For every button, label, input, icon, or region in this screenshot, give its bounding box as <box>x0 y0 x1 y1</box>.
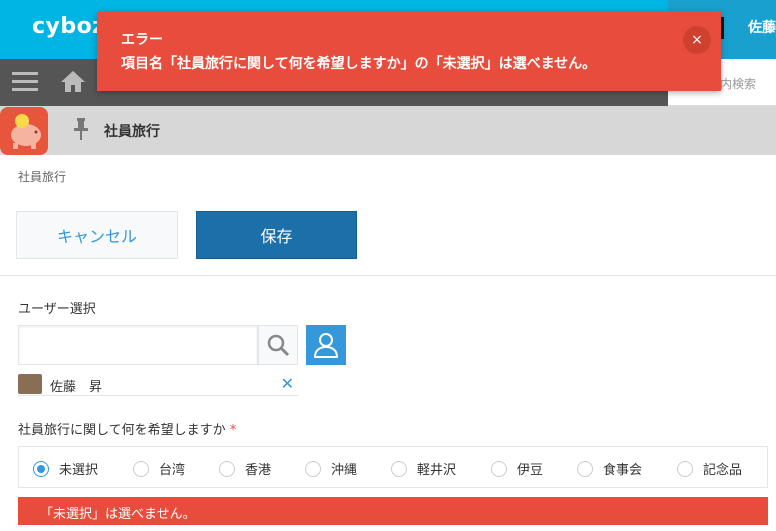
error-toast: エラー 項目名「社員旅行に関して何を希望しますか」の「未選択」は選べません。 × <box>97 11 721 91</box>
pin-icon[interactable] <box>74 118 88 144</box>
radio-option-label: 食事会 <box>603 463 643 478</box>
required-mark: * <box>229 423 237 438</box>
close-icon[interactable]: × <box>683 26 711 54</box>
avatar <box>18 374 42 394</box>
radio-option-label: 香港 <box>245 463 272 478</box>
person-icon <box>313 333 339 358</box>
user-select-label: ユーザー選択 <box>18 302 96 317</box>
field-error-message: 「未選択」は選べません。 <box>18 497 768 525</box>
radio-option-label: 未選択 <box>59 463 99 478</box>
radio-option-label: 記念品 <box>703 463 743 478</box>
radio-option-label: 伊豆 <box>517 463 544 478</box>
wish-radio-group: 未選択 台湾 香港 沖縄 軽井沢 伊豆 食事会 記念品 <box>18 446 768 488</box>
user-picker-button[interactable] <box>306 325 346 365</box>
piggy-bank-app-icon <box>0 107 48 155</box>
radio-option-label: 沖縄 <box>331 463 358 478</box>
home-icon[interactable] <box>60 69 86 99</box>
wish-field-label: 社員旅行に関して何を希望しますか * <box>18 419 236 438</box>
search-icon <box>267 334 290 357</box>
cancel-button[interactable]: キャンセル <box>16 211 178 259</box>
radio-option-label: 軽井沢 <box>417 463 457 478</box>
radio-button[interactable] <box>305 460 321 477</box>
selected-user-entry: 佐藤 昇 ✕ <box>18 372 298 396</box>
breadcrumb[interactable]: 社員旅行 <box>18 168 66 185</box>
toast-message: 項目名「社員旅行に関して何を希望しますか」の「未選択」は選べません。 <box>121 56 597 72</box>
wish-field-label-text: 社員旅行に関して何を希望しますか <box>18 423 226 438</box>
radio-option-okinawa[interactable]: 沖縄 <box>305 459 357 478</box>
radio-option-gift[interactable]: 記念品 <box>677 459 742 478</box>
radio-option-karuizawa[interactable]: 軽井沢 <box>391 459 456 478</box>
radio-button[interactable] <box>133 460 149 477</box>
cybozu-logo[interactable]: cyboz <box>32 14 106 39</box>
toolbar-divider <box>0 275 776 276</box>
radio-option-dinner[interactable]: 食事会 <box>577 459 642 478</box>
user-search-button[interactable] <box>258 325 298 365</box>
radio-option-hongkong[interactable]: 香港 <box>219 459 271 478</box>
radio-option-label: 台湾 <box>159 463 186 478</box>
global-search-placeholder: 内検索 <box>720 77 757 91</box>
radio-button[interactable] <box>219 460 235 477</box>
radio-button[interactable] <box>33 460 49 477</box>
radio-option-taiwan[interactable]: 台湾 <box>133 459 185 478</box>
app-title: 社員旅行 <box>104 124 160 140</box>
radio-button[interactable] <box>677 460 693 477</box>
selected-user-name: 佐藤 昇 <box>50 380 103 395</box>
toast-title: エラー <box>121 32 163 48</box>
radio-button[interactable] <box>491 460 507 477</box>
radio-option-izu[interactable]: 伊豆 <box>491 459 543 478</box>
user-name[interactable]: 佐藤 <box>748 17 776 37</box>
user-search-input[interactable] <box>18 325 258 365</box>
save-button[interactable]: 保存 <box>196 211 357 259</box>
radio-button[interactable] <box>577 460 593 477</box>
radio-button[interactable] <box>391 460 407 477</box>
menu-icon[interactable] <box>12 69 38 99</box>
remove-user-icon[interactable]: ✕ <box>281 374 294 393</box>
radio-option-unselected[interactable]: 未選択 <box>33 459 98 478</box>
